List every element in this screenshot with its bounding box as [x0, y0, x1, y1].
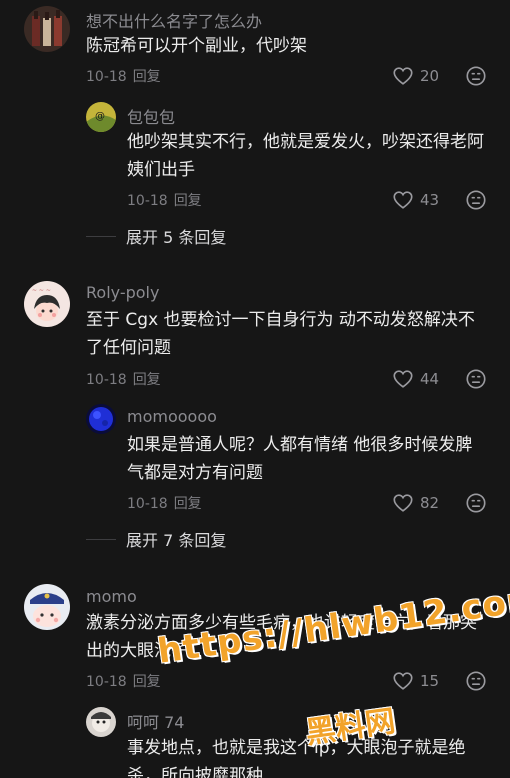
like-count: 43 [420, 191, 440, 209]
expand-replies-button[interactable]: 展开 5 条回复 [86, 224, 226, 248]
avatar-police-cartoon-image [24, 584, 70, 630]
dislike-icon[interactable] [465, 65, 487, 87]
like-count: 20 [420, 67, 440, 85]
comment-author[interactable]: Roly-poly [86, 283, 159, 302]
avatar-face-image [86, 707, 116, 737]
comment-author[interactable]: momo [86, 587, 137, 606]
dislike-icon[interactable] [465, 189, 487, 211]
like-button[interactable]: 15 [392, 670, 439, 692]
comment-meta: 10-18 回复 [86, 66, 161, 86]
avatar-bottles-image [24, 6, 70, 52]
dislike-icon[interactable] [465, 492, 487, 514]
heart-icon [393, 370, 413, 388]
avatar[interactable] [86, 707, 116, 737]
expand-replies-label: 展开 7 条回复 [126, 531, 227, 550]
comment-author[interactable]: momooooo [127, 407, 217, 426]
comment-meta: 10-18 回复 [127, 493, 202, 513]
comment-author[interactable]: 想不出什么名字了怎么办 [86, 8, 262, 32]
comment-text: 至于 Cgx 也要检讨一下自身行为 动不动发怒解决不了任何问题 [86, 310, 475, 358]
avatar[interactable]: @ [86, 102, 116, 132]
heart-icon [393, 672, 413, 690]
reply-button[interactable]: 回复 [133, 372, 161, 388]
divider-line [86, 235, 116, 237]
comment-author[interactable]: 包包包 [127, 104, 175, 128]
avatar[interactable]: ~ ~ ~ [24, 281, 70, 327]
comment-date: 10-18 [127, 496, 168, 512]
avatar-blue-moon-image [86, 404, 116, 434]
comment-meta: 10-18 回复 [86, 369, 161, 389]
heart-icon [393, 67, 413, 85]
comment-meta: 10-18 回复 [86, 671, 161, 691]
heart-icon [393, 191, 413, 209]
comment-meta: 10-18 回复 [127, 190, 202, 210]
like-count: 44 [420, 370, 440, 388]
comment-date: 10-18 [86, 69, 127, 85]
like-button[interactable]: 43 [392, 189, 439, 211]
comment-text: 如果是普通人呢？人都有情绪 他很多时候发脾气都是对方有问题 [127, 435, 473, 483]
avatar-yellow-image: @ [86, 102, 116, 132]
expand-replies-label: 展开 5 条回复 [126, 228, 227, 247]
comment-date: 10-18 [127, 193, 168, 209]
comment-text: 他吵架其实不行，他就是爱发火，吵架还得老阿姨们出手 [127, 132, 484, 180]
like-count: 15 [420, 672, 440, 690]
comment-thread: 想不出什么名字了怎么办 陈冠希可以开个副业，代吵架 10-18 回复 20 @ 包… [0, 0, 510, 778]
like-count: 82 [420, 494, 440, 512]
like-button[interactable]: 20 [392, 65, 439, 87]
comment-text: 陈冠希可以开个副业，代吵架 [86, 36, 307, 56]
reply-button[interactable]: 回复 [133, 69, 161, 85]
comment-date: 10-18 [86, 372, 127, 388]
avatar[interactable] [24, 584, 70, 630]
expand-replies-button[interactable]: 展开 7 条回复 [86, 527, 226, 551]
divider-line [86, 538, 116, 540]
avatar[interactable] [24, 6, 70, 52]
heart-icon [393, 494, 413, 512]
dislike-icon[interactable] [465, 368, 487, 390]
comment-date: 10-18 [86, 674, 127, 690]
dislike-icon[interactable] [465, 670, 487, 692]
reply-button[interactable]: 回复 [174, 193, 202, 209]
svg-text:~ ~ ~: ~ ~ ~ [32, 287, 51, 294]
comment-author[interactable]: 呵呵 74 [127, 709, 184, 733]
reply-button[interactable]: 回复 [174, 496, 202, 512]
like-button[interactable]: 44 [392, 368, 439, 390]
reply-button[interactable]: 回复 [133, 674, 161, 690]
avatar[interactable] [86, 404, 116, 434]
like-button[interactable]: 82 [392, 492, 439, 514]
avatar-cartoon-girl-image: ~ ~ ~ [24, 281, 70, 327]
svg-text:@: @ [95, 111, 105, 122]
